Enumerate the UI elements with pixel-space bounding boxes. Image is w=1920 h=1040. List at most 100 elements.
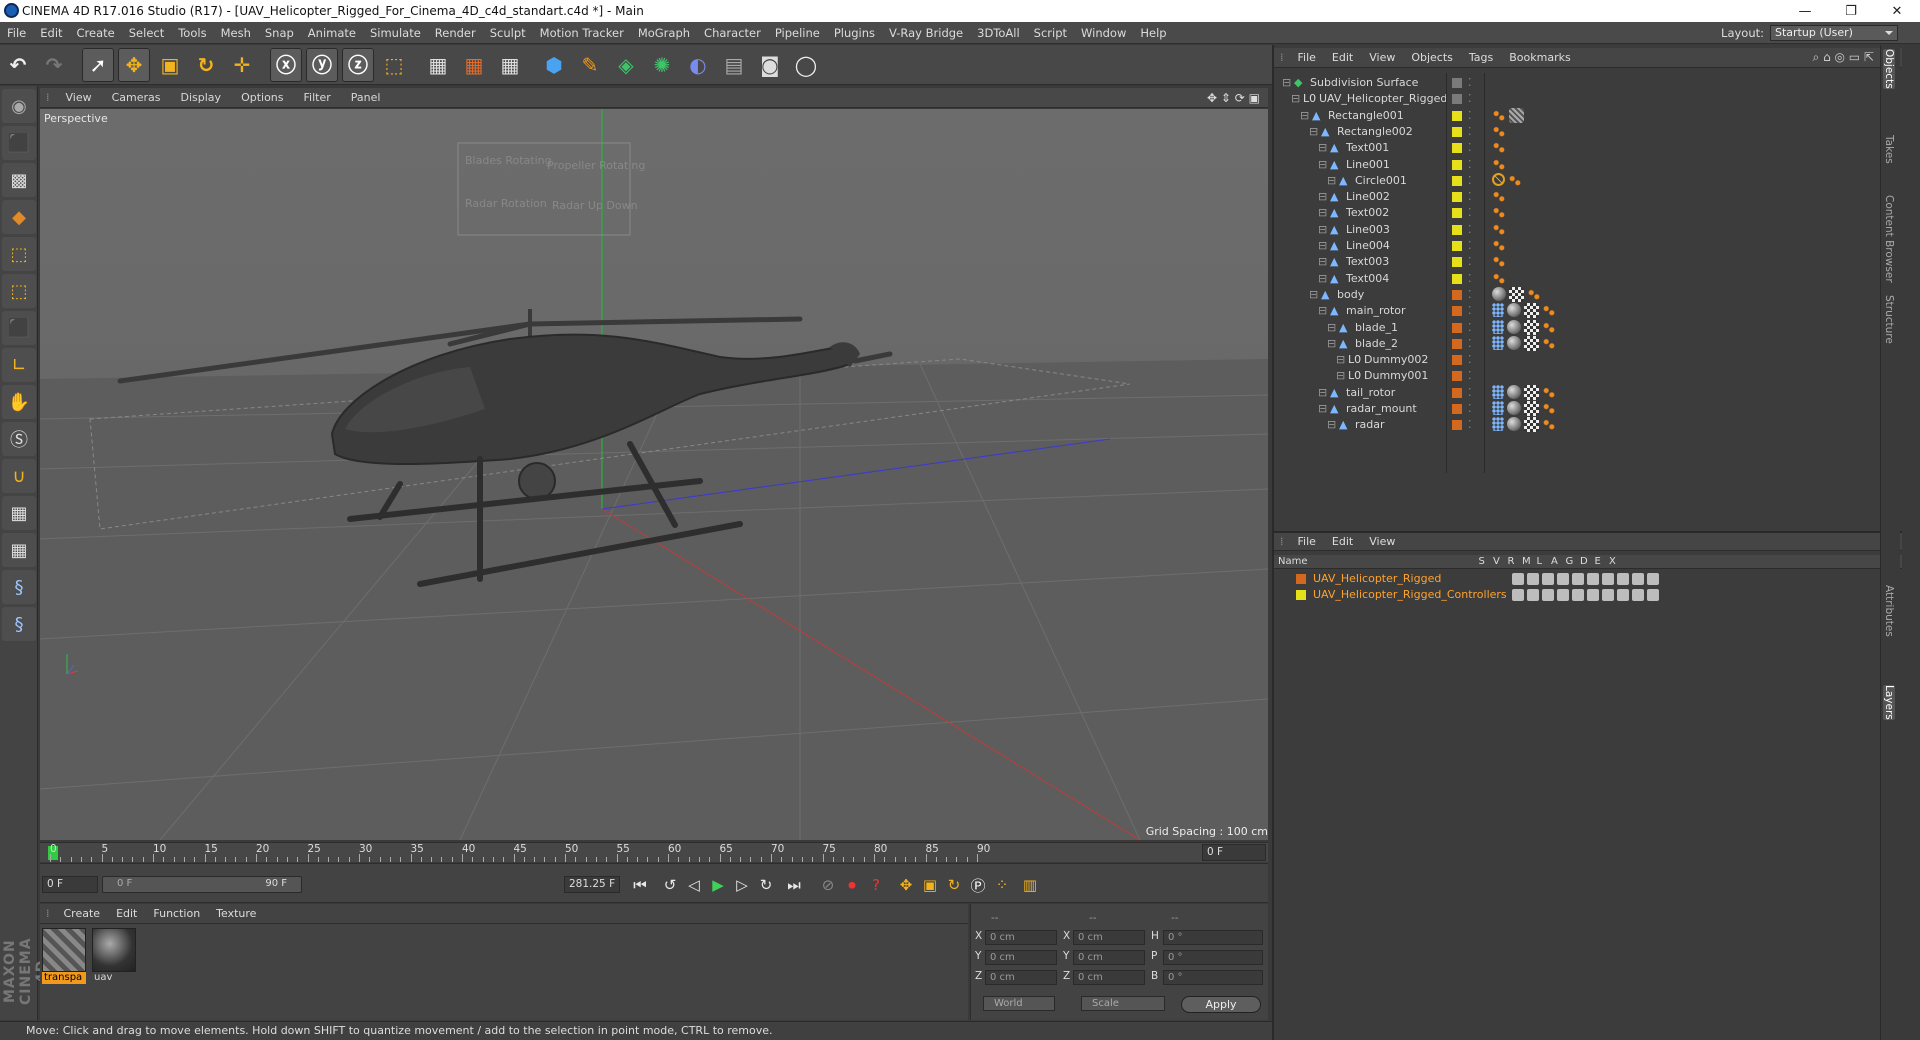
material-uav[interactable]: uav	[92, 928, 136, 984]
objects-menu-objects[interactable]: Objects	[1403, 51, 1461, 64]
sphere-tag-icon[interactable]	[1507, 384, 1521, 399]
sphere-tag-icon[interactable]	[1507, 303, 1521, 318]
layers-menu-view[interactable]: View	[1361, 535, 1403, 548]
points-mode-button[interactable]: ⬚	[2, 237, 36, 271]
menu-file[interactable]: File	[0, 26, 33, 40]
orange-tag-icon[interactable]	[1492, 238, 1506, 252]
orange-tag-icon[interactable]	[1492, 221, 1506, 236]
hud-blades-rotating[interactable]: Blades Rotating	[465, 154, 552, 167]
scale-tool[interactable]: ▣	[154, 48, 186, 82]
sphere-tag-icon[interactable]	[1507, 335, 1521, 350]
layer-column-header[interactable]: X	[1609, 555, 1616, 569]
layout-dropdown[interactable]: Startup (User)	[1770, 25, 1898, 41]
side-tab-takes[interactable]: Takes	[1883, 135, 1895, 164]
x-axis-lock[interactable]: ⓧ	[270, 47, 302, 82]
layer-flag-toggle[interactable]	[1557, 589, 1569, 601]
check-tag-icon[interactable]	[1509, 286, 1524, 302]
menu-select[interactable]: Select	[122, 26, 171, 40]
python-script-button-2[interactable]: §	[2, 607, 36, 641]
minimize-button[interactable]: —	[1782, 0, 1828, 22]
menu-snap[interactable]: Snap	[258, 26, 301, 40]
layer-flag-toggle[interactable]	[1602, 589, 1614, 601]
orange-tag-icon[interactable]	[1492, 123, 1506, 138]
menu-plugins[interactable]: Plugins	[827, 26, 882, 40]
pos-z-field[interactable]: 0 cm	[985, 970, 1057, 985]
key-pla-button[interactable]: ⁘	[990, 874, 1014, 896]
layer-column-header[interactable]: G	[1566, 555, 1574, 569]
visibility-dots-icon[interactable]: ⁚	[1468, 415, 1472, 435]
layer-flag-toggle[interactable]	[1542, 589, 1554, 601]
polygons-mode-button[interactable]: ⬛	[2, 311, 36, 345]
sphere-tag-icon[interactable]	[1507, 401, 1521, 415]
layer-flag-toggle[interactable]	[1512, 573, 1524, 585]
material-menu-create[interactable]: Create	[56, 907, 109, 920]
subdivision-button[interactable]: ◈	[610, 48, 642, 82]
viewport-menu-filter[interactable]: Filter	[294, 91, 341, 104]
lock-workplane-button[interactable]: ▦	[2, 496, 36, 530]
hud-radar-rotation[interactable]: Radar Rotation	[465, 197, 547, 210]
dots-tag-icon[interactable]	[1492, 401, 1504, 415]
rot-p-field[interactable]: 0 °	[1163, 950, 1263, 965]
material-menu-function[interactable]: Function	[145, 907, 208, 920]
live-selection-tool[interactable]: ➚	[82, 47, 114, 82]
size-z-field[interactable]: 0 cm	[1073, 970, 1145, 985]
orange-tag-icon[interactable]	[1492, 270, 1506, 285]
move-tool[interactable]: ✥	[118, 47, 150, 82]
layer-flag-toggle[interactable]	[1527, 573, 1539, 585]
orange-tag-icon[interactable]	[1492, 107, 1506, 122]
prev-key-button[interactable]: ↺	[658, 874, 682, 896]
objects-menu-file[interactable]: File	[1290, 51, 1324, 64]
check-tag-icon[interactable]	[1524, 417, 1539, 433]
side-tab-content-browser[interactable]: Content Browser	[1883, 195, 1895, 283]
viewport-menu-panel[interactable]: Panel	[341, 91, 391, 104]
menu-motion-tracker[interactable]: Motion Tracker	[533, 26, 631, 40]
viewport-menu-options[interactable]: Options	[231, 91, 293, 104]
layers-menu-edit[interactable]: Edit	[1324, 535, 1361, 548]
viewport-menu-view[interactable]: View	[56, 91, 102, 104]
menu-pipeline[interactable]: Pipeline	[768, 26, 827, 40]
coordinate-system-button[interactable]: ⬚	[378, 48, 410, 82]
pos-x-field[interactable]: 0 cm	[985, 930, 1057, 945]
sphere-tag-icon[interactable]	[1507, 417, 1521, 432]
layer-column-header[interactable]: L	[1537, 555, 1543, 569]
layer-column-header[interactable]: A	[1551, 555, 1558, 569]
layer-flag-toggle[interactable]	[1647, 573, 1659, 585]
object-row[interactable]: ⊟ ▲ radar ⁚	[1274, 415, 1902, 435]
objects-menu-bookmarks[interactable]: Bookmarks	[1501, 51, 1578, 64]
material-menu-texture[interactable]: Texture	[208, 907, 264, 920]
undo-button[interactable]: ↶	[2, 48, 34, 82]
side-tab-layers[interactable]: Layers	[1883, 685, 1895, 720]
layer-flag-toggle[interactable]	[1587, 573, 1599, 585]
edges-mode-button[interactable]: ⬚	[2, 274, 36, 308]
render-view-button[interactable]: ▦	[422, 48, 454, 82]
layer-flag-toggle[interactable]	[1632, 589, 1644, 601]
check-tag-icon[interactable]	[1524, 303, 1539, 319]
hatch-tag-icon[interactable]	[1509, 107, 1524, 123]
orange-tag-icon[interactable]	[1508, 172, 1522, 187]
make-editable-button[interactable]: ◉	[2, 89, 36, 123]
orange-tag-icon[interactable]	[1542, 319, 1556, 334]
orange-tag-icon[interactable]	[1492, 205, 1506, 220]
layer-column-header[interactable]: D	[1580, 555, 1588, 569]
orange-tag-icon[interactable]	[1492, 156, 1506, 171]
rotate-tool[interactable]: ↻	[190, 48, 222, 82]
dots-tag-icon[interactable]	[1492, 335, 1504, 350]
orange-tag-icon[interactable]	[1542, 303, 1556, 318]
snap-button[interactable]: Ⓢ	[2, 422, 36, 456]
material-transpa[interactable]: transpa	[42, 928, 86, 984]
preview-range-slider[interactable]: 0 F 90 F	[102, 876, 302, 893]
coord-space-dropdown[interactable]: World	[983, 996, 1055, 1011]
go-to-end-button[interactable]: ⏭	[782, 874, 806, 896]
layer-flag-toggle[interactable]	[1572, 589, 1584, 601]
current-frame-field[interactable]: 0 F	[42, 876, 98, 893]
close-button[interactable]: ✕	[1874, 0, 1920, 22]
tweak-mode-button[interactable]: ✋	[2, 385, 36, 419]
viewport-3d[interactable]: Blades Rotating Propeller Rotating Radar…	[40, 109, 1268, 840]
sphere-tag-icon[interactable]	[1492, 286, 1506, 301]
object-name[interactable]: radar	[1355, 415, 1385, 435]
play-button[interactable]: ▶	[706, 874, 730, 896]
menu-window[interactable]: Window	[1074, 26, 1133, 40]
key-scale-button[interactable]: ▣	[918, 874, 942, 896]
menu-character[interactable]: Character	[697, 26, 768, 40]
layer-column-header[interactable]: R	[1508, 555, 1515, 569]
